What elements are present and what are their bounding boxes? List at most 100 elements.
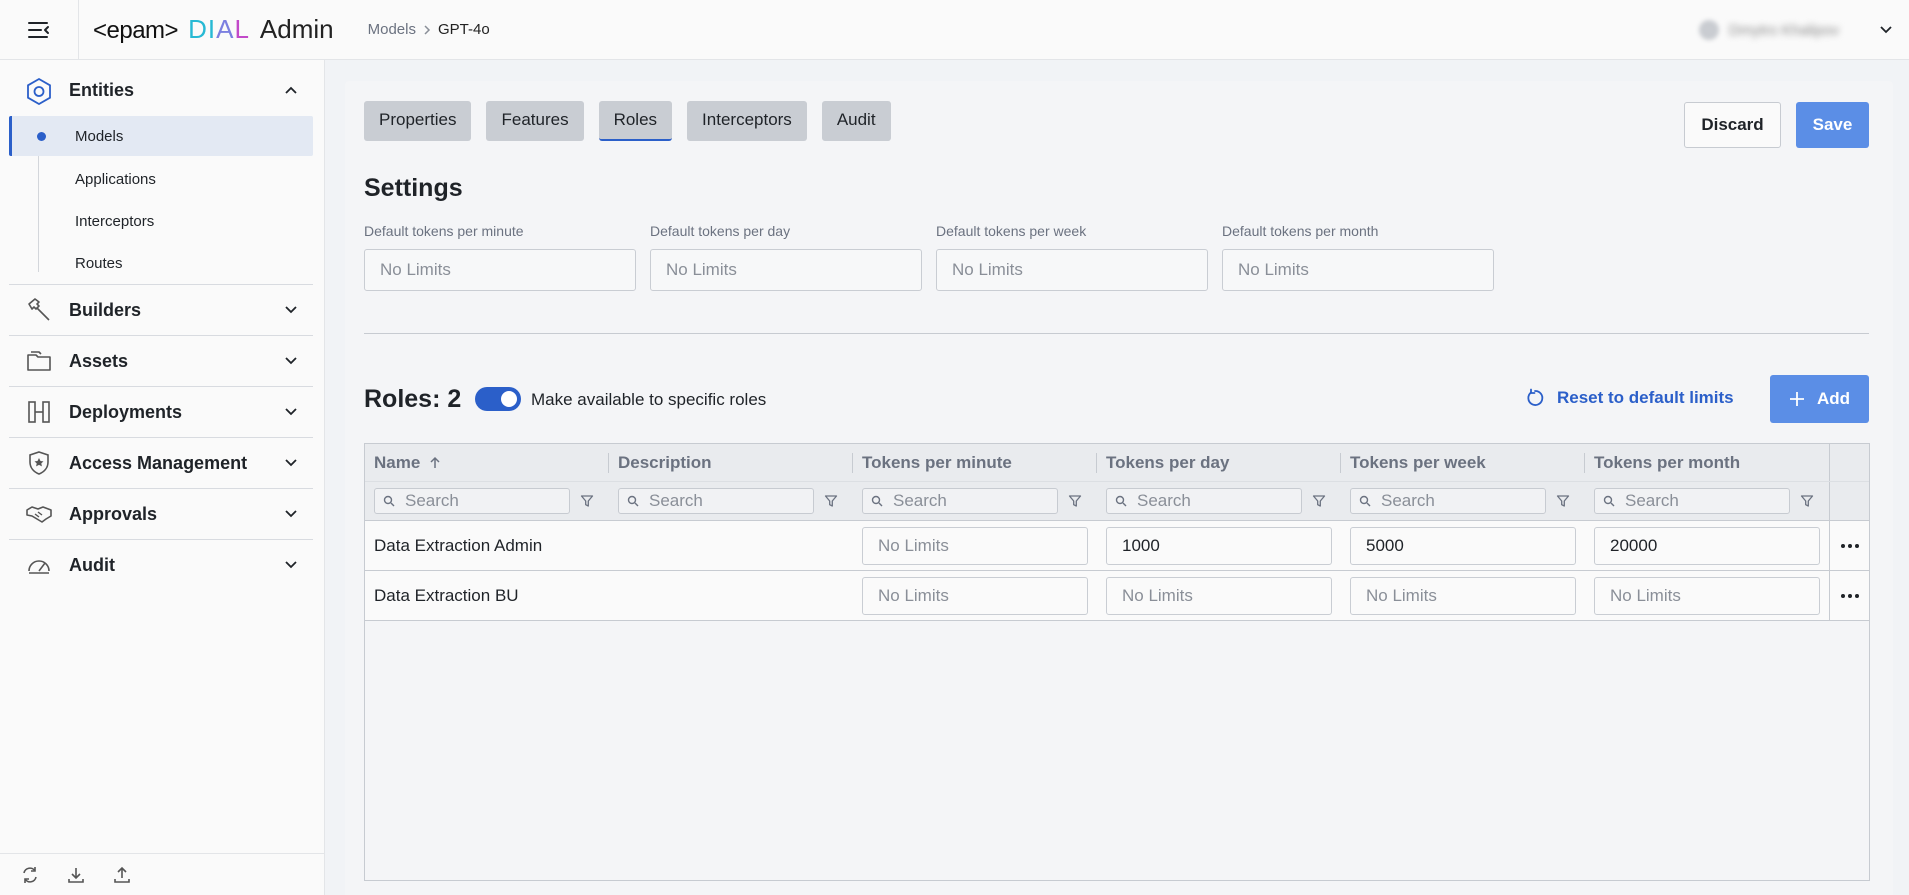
roles-table: Name Description Tokens per minute Token…: [364, 443, 1870, 881]
default-tokens-month-field: Default tokens per month No Limits: [1222, 223, 1494, 291]
filter-cell: Search: [1341, 482, 1585, 520]
app-logo[interactable]: <epam> DIAL Admin: [93, 14, 334, 45]
field-label: Default tokens per minute: [364, 223, 524, 239]
default-tokens-day-input[interactable]: No Limits: [650, 249, 922, 291]
tokens-week-input[interactable]: 5000: [1350, 526, 1576, 565]
column-header-name[interactable]: Name: [365, 444, 609, 481]
search-input[interactable]: Search: [374, 488, 570, 514]
breadcrumb-parent[interactable]: Models: [368, 21, 416, 38]
sidebar-item-routes[interactable]: Routes: [9, 242, 313, 284]
tokens-month-input[interactable]: No Limits: [1594, 576, 1820, 615]
chevron-down-icon: [285, 561, 297, 569]
add-role-button[interactable]: Add: [1770, 375, 1869, 423]
table-header: Name Description Tokens per minute Token…: [365, 444, 1869, 482]
column-header-tokens-month[interactable]: Tokens per month: [1585, 444, 1829, 481]
upload-icon[interactable]: [112, 865, 132, 885]
filter-icon[interactable]: [1068, 494, 1082, 508]
column-header-description[interactable]: Description: [609, 444, 853, 481]
sidebar-section-deployments[interactable]: Deployments: [9, 386, 313, 437]
search-input[interactable]: Search: [862, 488, 1058, 514]
handshake-icon: [26, 506, 52, 523]
chevron-down-icon: [285, 306, 297, 314]
reset-limits-button[interactable]: Reset to default limits: [1525, 388, 1734, 408]
sidebar-item-label: Applications: [75, 170, 156, 188]
row-actions-button[interactable]: [1829, 571, 1869, 620]
breadcrumb-current: GPT-4o: [437, 21, 490, 38]
sidebar-section-label: Deployments: [69, 401, 183, 422]
sidebar-section-assets[interactable]: Assets: [9, 335, 313, 386]
tokens-day-input[interactable]: 1000: [1106, 526, 1332, 565]
sidebar-item-label: Models: [75, 127, 124, 145]
filter-cell: Search: [365, 482, 609, 520]
sidebar-section-audit[interactable]: Audit: [9, 539, 313, 590]
search-icon: [627, 495, 639, 507]
filter-icon[interactable]: [1800, 494, 1814, 508]
menu-collapse-icon: [28, 21, 49, 38]
save-button[interactable]: Save: [1796, 102, 1869, 148]
sidebar-item-label: Routes: [75, 254, 123, 272]
filter-icon[interactable]: [1312, 494, 1326, 508]
breadcrumb: Models GPT-4o: [368, 21, 490, 38]
gauge-icon: [28, 560, 50, 574]
tokens-month-input[interactable]: 20000: [1594, 526, 1820, 565]
column-header-tokens-week[interactable]: Tokens per week: [1341, 444, 1585, 481]
user-menu[interactable]: Dmytro Khalipov: [1699, 0, 1893, 60]
sidebar-section-approvals[interactable]: Approvals: [9, 488, 313, 539]
tab-properties[interactable]: Properties: [364, 101, 472, 141]
search-input[interactable]: Search: [1106, 488, 1302, 514]
tab-features[interactable]: Features: [486, 101, 584, 141]
discard-button[interactable]: Discard: [1684, 102, 1781, 148]
shield-star-icon: [29, 451, 49, 475]
filter-icon[interactable]: [824, 494, 838, 508]
column-header-tokens-day[interactable]: Tokens per day: [1097, 444, 1341, 481]
tokens-week-input[interactable]: No Limits: [1350, 576, 1576, 615]
search-input[interactable]: Search: [1594, 488, 1790, 514]
filter-icon[interactable]: [1556, 494, 1570, 508]
user-name: Dmytro Khalipov: [1729, 21, 1840, 39]
tab-roles[interactable]: Roles: [598, 101, 673, 141]
search-input[interactable]: Search: [618, 488, 814, 514]
sidebar-section-access-management[interactable]: Access Management: [9, 437, 313, 488]
tokens-day-input[interactable]: No Limits: [1106, 576, 1332, 615]
sidebar-section-label: Approvals: [69, 503, 158, 524]
search-icon: [1359, 495, 1371, 507]
download-icon[interactable]: [66, 865, 86, 885]
tokens-minute-input[interactable]: No Limits: [862, 576, 1088, 615]
top-header: <epam> DIAL Admin Models GPT-4o Dmytro K…: [0, 0, 1909, 60]
plus-icon: [1789, 392, 1804, 406]
sidebar-section-label: Entities: [69, 80, 135, 100]
hexagon-icon: [27, 77, 51, 105]
dial-logo-text: DIAL: [188, 14, 250, 44]
field-label: Default tokens per week: [936, 223, 1087, 239]
sidebar-item-applications[interactable]: Applications: [9, 158, 313, 200]
row-actions-button[interactable]: [1829, 521, 1869, 570]
refresh-icon[interactable]: [20, 865, 40, 885]
sidebar-item-interceptors[interactable]: Interceptors: [9, 200, 313, 242]
add-label: Add: [1816, 389, 1851, 408]
chevron-down-icon: [285, 357, 297, 365]
tab-interceptors[interactable]: Interceptors: [687, 101, 807, 141]
default-tokens-week-input[interactable]: No Limits: [936, 249, 1208, 291]
search-icon: [1115, 495, 1127, 507]
search-icon: [871, 495, 883, 507]
default-tokens-minute-input[interactable]: No Limits: [364, 249, 636, 291]
avatar: [1699, 20, 1719, 40]
filter-cell: Search: [609, 482, 853, 520]
collapse-menu-button[interactable]: [0, 0, 79, 60]
sidebar-section-label: Access Management: [69, 452, 248, 473]
sidebar-section-label: Audit: [69, 554, 115, 575]
tab-audit[interactable]: Audit: [821, 101, 891, 141]
table-row: Data Extraction Admin No Limits 1000 500…: [365, 521, 1869, 571]
tokens-minute-input[interactable]: No Limits: [862, 526, 1088, 565]
column-header-tokens-minute[interactable]: Tokens per minute: [853, 444, 1097, 481]
sidebar-item-models[interactable]: Models: [9, 116, 313, 156]
sidebar-section-builders[interactable]: Builders: [9, 284, 313, 335]
role-description: [609, 521, 853, 570]
search-icon: [383, 495, 395, 507]
default-tokens-month-input[interactable]: No Limits: [1222, 249, 1494, 291]
sidebar-section-entities[interactable]: Entities: [9, 65, 313, 116]
search-input[interactable]: Search: [1350, 488, 1546, 514]
active-dot-icon: [37, 132, 46, 141]
specific-roles-toggle[interactable]: [475, 387, 521, 411]
filter-icon[interactable]: [580, 494, 594, 508]
